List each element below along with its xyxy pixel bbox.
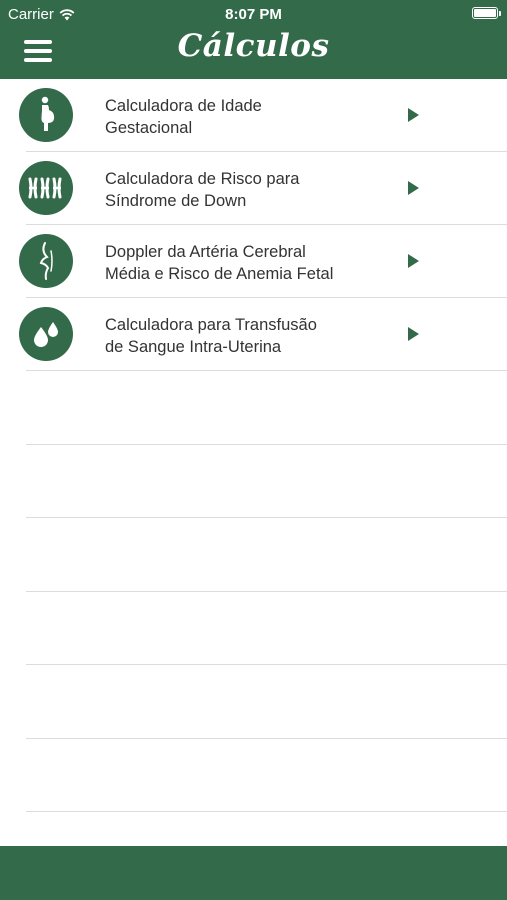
list-item-label: Doppler da Artéria Cerebral Média e Risc… <box>105 243 334 283</box>
list-item-label: Calculadora de Risco para Síndrome de Do… <box>105 170 300 210</box>
list-item-intrauterine-transfusion[interactable]: Calculadora para Transfusão de Sangue In… <box>0 298 507 371</box>
empty-row-divider <box>26 811 507 812</box>
page-title: Cálculos <box>177 28 330 64</box>
list-item-mca-doppler[interactable]: Doppler da Artéria Cerebral Média e Risc… <box>0 225 507 298</box>
status-bar: Carrier 8:07 PM <box>0 0 507 28</box>
blood-drops-icon <box>19 307 73 361</box>
disclosure-arrow-icon <box>408 254 419 268</box>
empty-row-divider <box>26 738 507 739</box>
disclosure-arrow-icon <box>408 327 419 341</box>
empty-row-divider <box>26 664 507 665</box>
empty-row-divider <box>26 444 507 445</box>
row-divider <box>26 370 507 371</box>
fetal-doppler-icon <box>19 234 73 288</box>
empty-row-divider <box>26 517 507 518</box>
bottom-toolbar <box>0 846 507 900</box>
list-item-label: Calculadora de Idade Gestacional <box>105 97 262 137</box>
status-time: 8:07 PM <box>225 6 282 23</box>
disclosure-arrow-icon <box>408 181 419 195</box>
navigation-bar: Carrier 8:07 PM Cálculos <box>0 0 507 79</box>
list-item-down-syndrome-risk[interactable]: Calculadora de Risco para Síndrome de Do… <box>0 152 507 225</box>
list-item-gestational-age[interactable]: Calculadora de Idade Gestacional <box>0 79 507 152</box>
chromosomes-icon <box>19 161 73 215</box>
list-item-label: Calculadora para Transfusão de Sangue In… <box>105 316 317 356</box>
pregnant-woman-icon <box>19 88 73 142</box>
empty-row-divider <box>26 591 507 592</box>
disclosure-arrow-icon <box>408 108 419 122</box>
battery-icon <box>472 7 501 19</box>
